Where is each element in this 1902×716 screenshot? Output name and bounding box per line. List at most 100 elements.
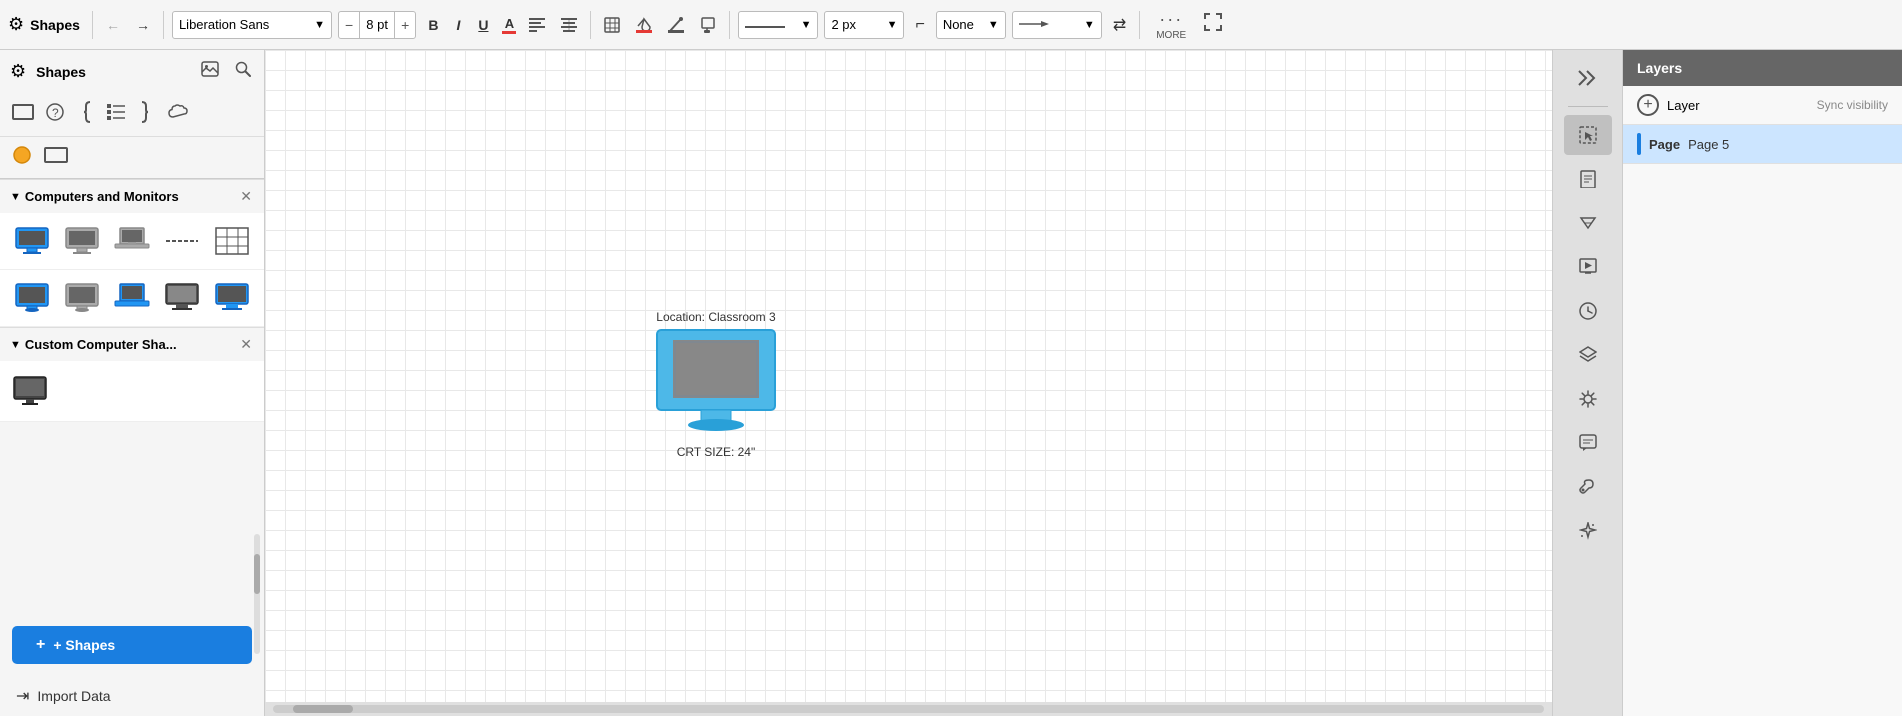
circle-tool[interactable] — [8, 141, 36, 174]
layer-name: Layer — [1667, 98, 1809, 113]
layer-sync-label: Sync visibility — [1817, 98, 1888, 112]
panel-page-button[interactable] — [1564, 159, 1612, 199]
shape-item-custom-monitor[interactable] — [8, 369, 52, 413]
help-tool[interactable]: ? — [42, 97, 68, 132]
section-computers-title: Computers and Monitors — [25, 189, 238, 204]
comment-icon — [1579, 434, 1597, 452]
format-paint-button[interactable] — [695, 13, 721, 37]
arrow-chevron: ▼ — [1084, 19, 1095, 31]
sidebar-title: Shapes — [36, 64, 188, 80]
connector-select[interactable]: None ▼ — [936, 11, 1006, 39]
panel-play-button[interactable] — [1564, 247, 1612, 287]
circle-icon — [12, 145, 32, 165]
layer-add-button[interactable]: + — [1637, 94, 1659, 116]
panel-comment-button[interactable] — [1564, 423, 1612, 463]
underline-button[interactable]: U — [472, 14, 494, 36]
undo-button[interactable]: ← — [101, 13, 125, 37]
page-label: Page — [1649, 137, 1680, 152]
cloud-tool[interactable] — [164, 97, 196, 132]
add-shapes-label: + Shapes — [53, 637, 115, 653]
canvas-scrollbar[interactable] — [265, 702, 1552, 716]
shape-item-monitor-gray[interactable] — [58, 219, 106, 263]
custom-monitor-icon — [12, 376, 48, 406]
shape-item-monitor-2[interactable] — [8, 276, 56, 320]
shape-tools-row1: ? — [0, 93, 264, 137]
rect-outline-tool[interactable] — [40, 141, 72, 174]
line-color-icon — [668, 17, 684, 33]
page-indicator — [1637, 133, 1641, 155]
line-color-button[interactable] — [663, 13, 689, 37]
layers-panel: Layers + Layer Sync visibility Page Page… — [1622, 50, 1902, 716]
import-data-button[interactable]: ⇥ Import Data — [0, 676, 264, 716]
swap-button[interactable]: ⇄ — [1108, 11, 1131, 39]
section-custom-header[interactable]: ▼ Custom Computer Sha... ✕ — [0, 327, 264, 361]
section-computers-close[interactable]: ✕ — [238, 186, 254, 207]
panel-clock-button[interactable] — [1564, 291, 1612, 331]
panel-magic-button[interactable] — [1564, 511, 1612, 551]
curly-brace-tool[interactable] — [134, 97, 160, 132]
align-button[interactable] — [524, 14, 550, 36]
bold-button[interactable]: B — [422, 14, 444, 36]
shape-item-desktop-blue[interactable] — [8, 219, 56, 263]
help-icon: ? — [46, 103, 64, 121]
canvas-monitor-element[interactable]: Location: Classroom 3 CRT SIZE: 24" — [655, 310, 777, 459]
italic-button[interactable]: I — [450, 14, 466, 36]
fill-icon — [636, 17, 652, 33]
shape-item-laptop-2[interactable] — [108, 276, 156, 320]
computers-grid-row2 — [0, 270, 264, 327]
redo-button[interactable]: → — [131, 13, 155, 37]
rectangle-tool[interactable] — [8, 97, 38, 132]
select-icon — [1579, 126, 1597, 144]
table-button[interactable] — [599, 13, 625, 37]
font-family-select[interactable]: Liberation Sans ▼ — [172, 11, 332, 39]
monitor-svg[interactable] — [655, 328, 777, 438]
panel-paint-button[interactable] — [1564, 467, 1612, 507]
layers-title: Layers — [1637, 60, 1682, 76]
search-button[interactable] — [232, 58, 254, 85]
clock-icon — [1579, 302, 1597, 320]
brace-tool[interactable] — [72, 97, 98, 132]
canvas-label-top: Location: Classroom 3 — [655, 310, 777, 324]
shape-item-monitor-3[interactable] — [58, 276, 106, 320]
shape-item-grid[interactable] — [208, 219, 256, 263]
canvas-area[interactable]: Location: Classroom 3 CRT SIZE: 24" — [265, 50, 1552, 716]
font-size-decrease[interactable]: − — [339, 12, 359, 38]
line-width-select[interactable]: 2 px ▼ — [824, 11, 904, 39]
list-tool[interactable] — [102, 97, 130, 132]
text-align-button[interactable] — [556, 14, 582, 36]
section-custom-close[interactable]: ✕ — [238, 334, 254, 355]
monitor-shape-container[interactable] — [655, 328, 777, 441]
layer-row[interactable]: + Layer Sync visibility — [1623, 86, 1902, 125]
add-shapes-button[interactable]: + + Shapes — [12, 626, 252, 664]
arrow-preview — [1019, 17, 1049, 32]
font-color-button[interactable]: A — [500, 14, 518, 36]
fill-color-button[interactable] — [631, 13, 657, 37]
font-size-increase[interactable]: + — [395, 12, 415, 38]
arrow-select[interactable]: ▼ — [1012, 11, 1102, 39]
panel-layers-button[interactable] — [1564, 335, 1612, 375]
insert-image-button[interactable] — [198, 58, 222, 85]
line-icon — [164, 226, 200, 256]
waypoint-button[interactable]: ⌐ — [910, 12, 929, 38]
fullscreen-button[interactable] — [1200, 9, 1226, 40]
panel-sep-1 — [1568, 106, 1608, 107]
panel-theme-button[interactable] — [1564, 379, 1612, 419]
section-computers-header[interactable]: ▼ Computers and Monitors ✕ — [0, 179, 264, 213]
connector-chevron: ▼ — [988, 19, 999, 31]
shape-item-laptop[interactable] — [108, 219, 156, 263]
layers-icon — [1579, 346, 1597, 364]
add-icon: + — [36, 636, 45, 654]
shape-item-line[interactable] — [158, 219, 206, 263]
page-row[interactable]: Page Page 5 — [1623, 125, 1902, 164]
line-style-select[interactable]: ▼ — [738, 11, 818, 39]
image-icon — [201, 61, 219, 77]
panel-format-button[interactable] — [1564, 203, 1612, 243]
panel-select-button[interactable] — [1564, 115, 1612, 155]
more-button[interactable]: ··· MORE — [1148, 5, 1194, 45]
magic-icon — [1579, 522, 1597, 540]
computers-grid-row1 — [0, 213, 264, 270]
shape-item-monitor-5[interactable] — [208, 276, 256, 320]
shape-item-monitor-4[interactable] — [158, 276, 206, 320]
panel-expand-button[interactable] — [1564, 58, 1612, 98]
brace-icon — [76, 101, 94, 123]
